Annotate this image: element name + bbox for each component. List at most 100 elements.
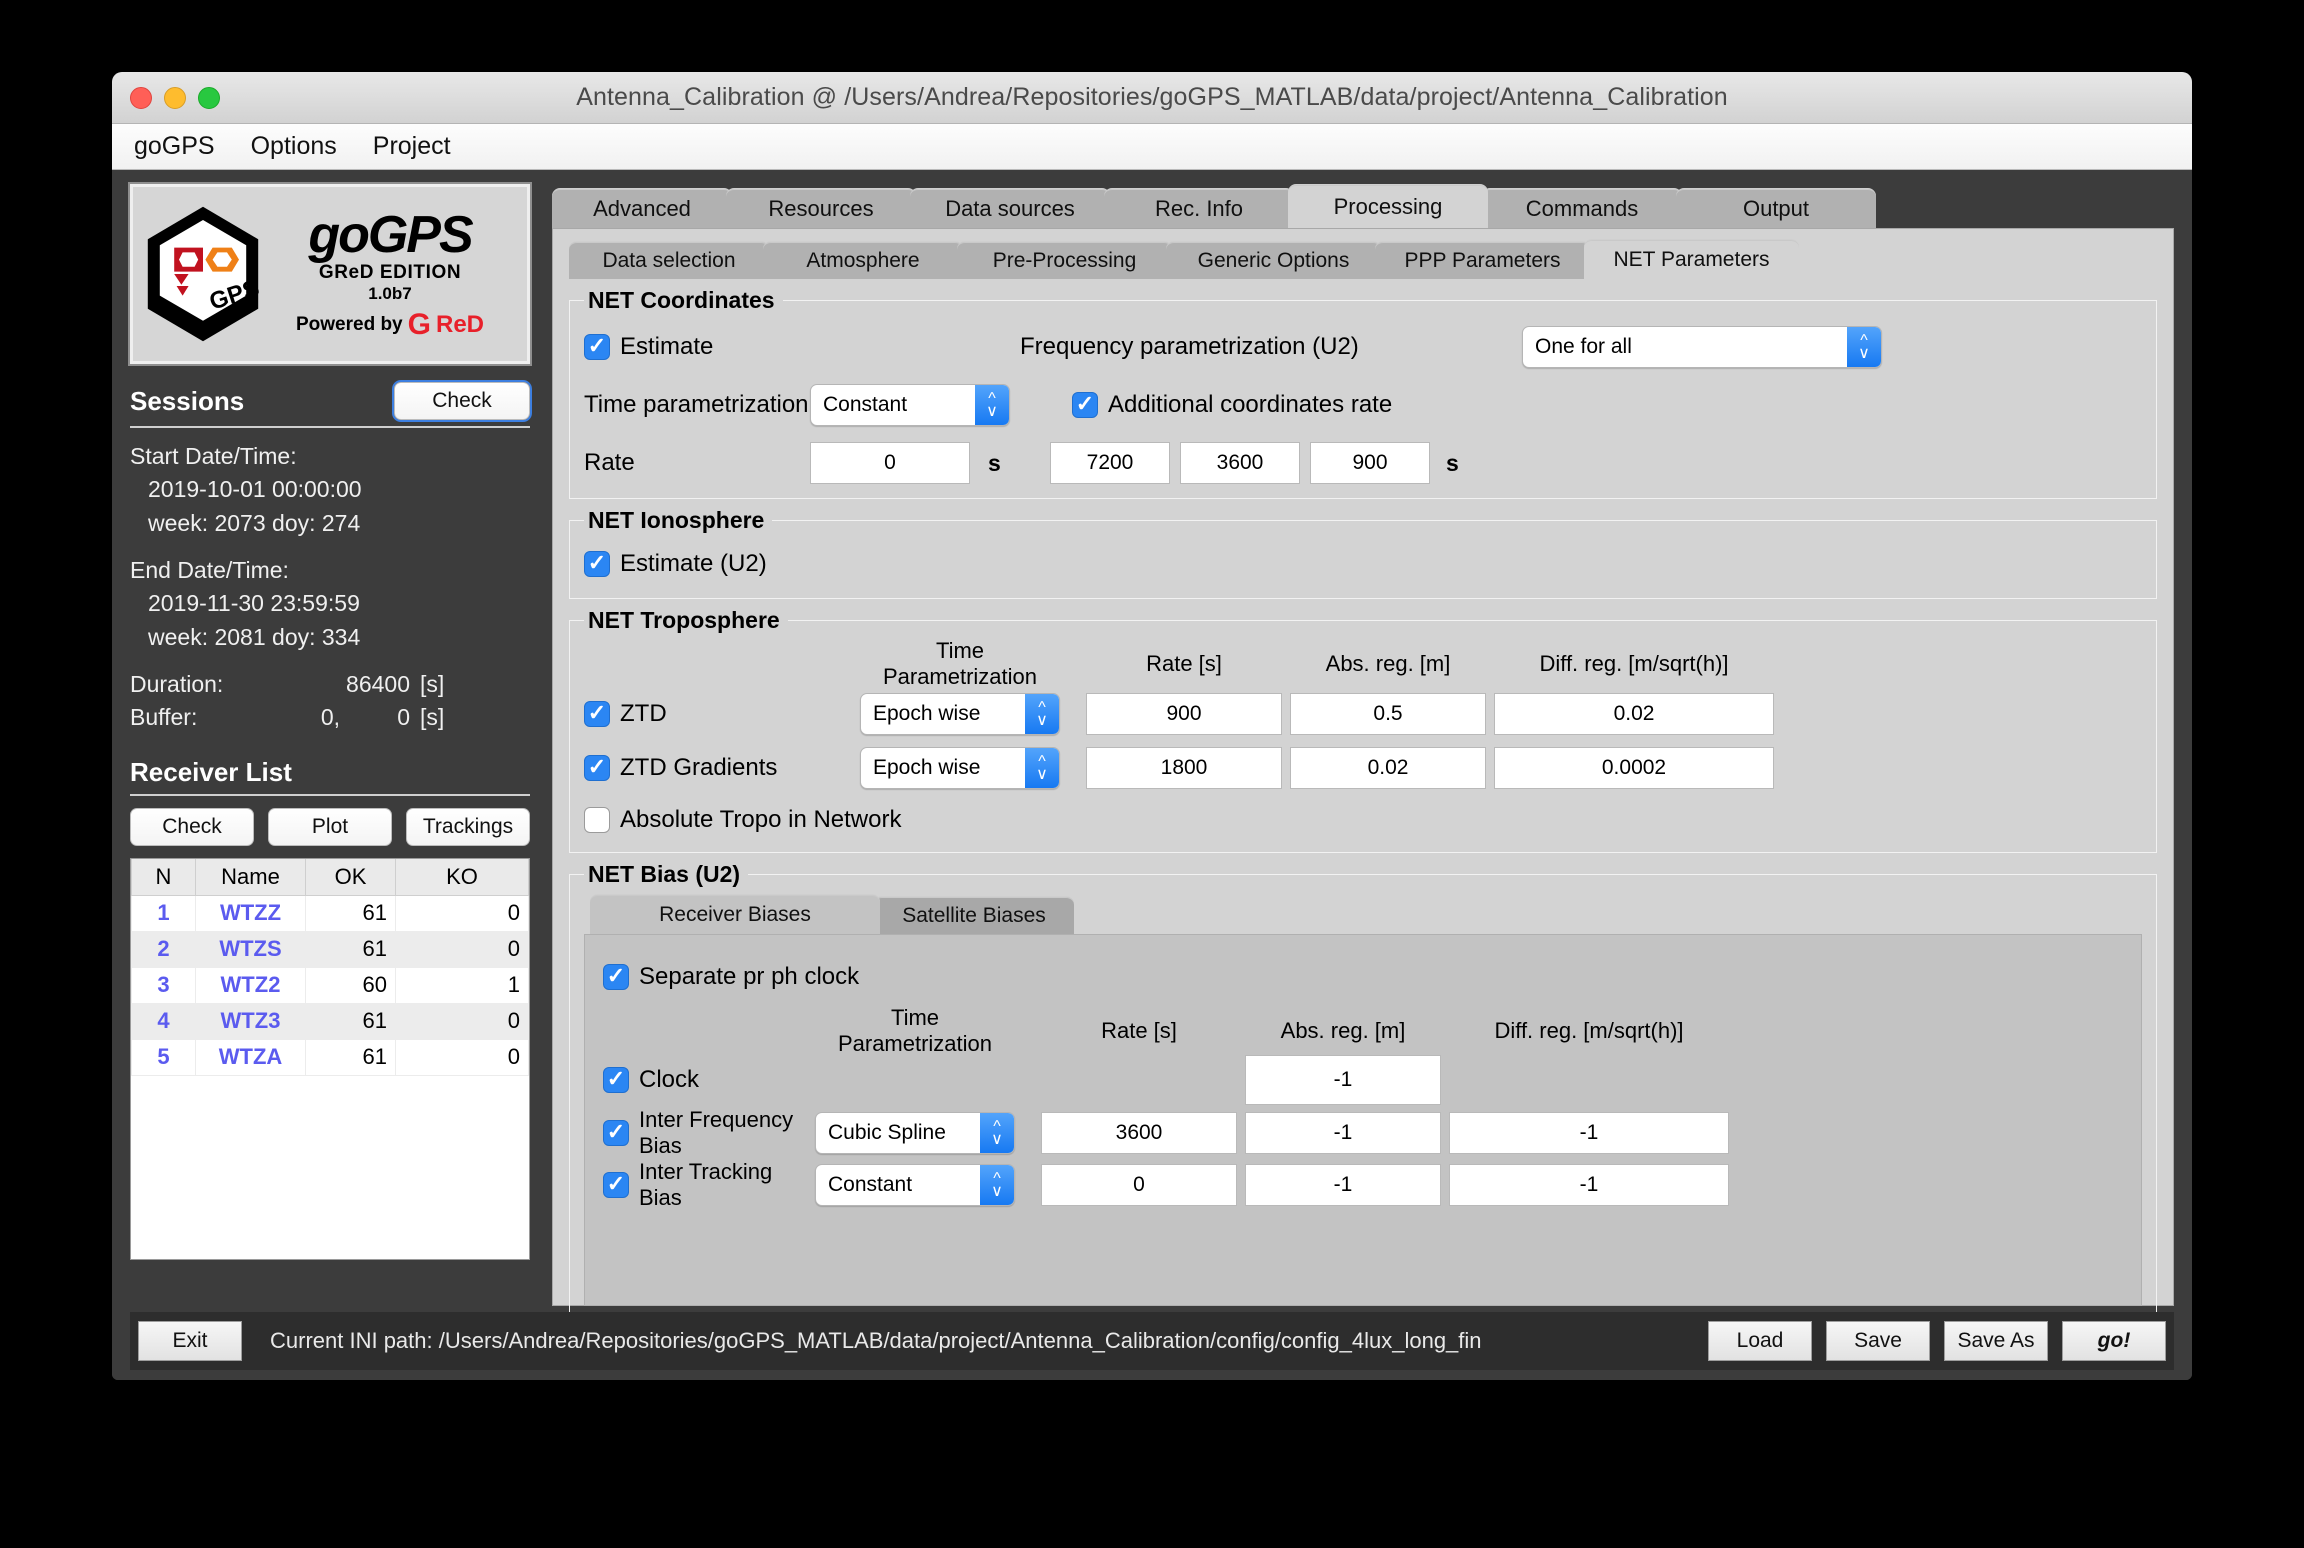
net-coordinates-estimate-checkbox[interactable]: Estimate xyxy=(584,333,713,361)
clock-checkbox[interactable]: Clock xyxy=(603,1066,815,1094)
inter-tracking-bias-rate-input[interactable]: 0 xyxy=(1041,1164,1237,1206)
receiver-trackings-button[interactable]: Trackings xyxy=(406,807,530,846)
load-button[interactable]: Load xyxy=(1708,1321,1812,1361)
additional-rate-input-1[interactable]: 7200 xyxy=(1050,442,1170,484)
tab-net-parameters[interactable]: NET Parameters xyxy=(1584,239,1799,279)
separate-pr-ph-clock-checkbox[interactable]: Separate pr ph clock xyxy=(603,963,859,991)
tab-output[interactable]: Output xyxy=(1676,188,1876,228)
table-row[interactable]: 4 WTZ3 61 0 xyxy=(131,1002,529,1040)
logo-powered-by: Powered by G ReD xyxy=(263,309,517,340)
tab-receiver-biases[interactable]: Receiver Biases xyxy=(590,894,880,934)
gogps-logo: GPS goGPS GReD EDITION 1.0b7 Powered by … xyxy=(128,182,532,366)
chevron-updown-icon: ^ ∨ xyxy=(1847,327,1881,367)
cell-name: WTZ2 xyxy=(195,966,306,1004)
buffer-value-2: 0 xyxy=(397,704,410,731)
additional-coordinates-rate-checkbox[interactable]: Additional coordinates rate xyxy=(1072,391,1392,419)
tab-satellite-biases[interactable]: Satellite Biases xyxy=(874,896,1074,934)
receiver-list-header: Receiver List xyxy=(130,757,530,788)
tab-pre-processing[interactable]: Pre-Processing xyxy=(957,241,1172,279)
tab-data-sources[interactable]: Data sources xyxy=(910,188,1110,228)
receiver-plot-button[interactable]: Plot xyxy=(268,807,392,846)
receiver-check-button[interactable]: Check xyxy=(130,807,254,846)
ztd-time-parametrization-dropdown[interactable]: Epoch wise ^ ∨ xyxy=(860,693,1060,735)
cell-ok: 61 xyxy=(305,894,396,932)
cell-ok: 60 xyxy=(305,966,396,1004)
cell-n: 5 xyxy=(131,1038,196,1076)
additional-rate-input-3[interactable]: 900 xyxy=(1310,442,1430,484)
checkbox-icon xyxy=(584,334,610,360)
ztd-gradients-diff-reg-input[interactable]: 0.0002 xyxy=(1494,747,1774,789)
inter-frequency-bias-checkbox[interactable]: Inter Frequency Bias xyxy=(603,1107,815,1159)
ztd-gradients-checkbox[interactable]: ZTD Gradients xyxy=(584,754,860,782)
ztd-gradients-time-parametrization-dropdown[interactable]: Epoch wise ^ ∨ xyxy=(860,747,1060,789)
end-datetime-value: 2019-11-30 23:59:59 xyxy=(148,590,360,617)
buffer-value-1: 0, xyxy=(320,704,340,731)
net-troposphere-legend: NET Troposphere xyxy=(588,607,780,633)
sessions-check-button[interactable]: Check xyxy=(394,382,530,420)
clock-abs-reg-input[interactable]: -1 xyxy=(1245,1055,1441,1105)
tab-atmosphere[interactable]: Atmosphere xyxy=(763,241,963,279)
save-button[interactable]: Save xyxy=(1826,1321,1930,1361)
frequency-parametrization-dropdown[interactable]: One for all ^ ∨ xyxy=(1522,326,1882,368)
coord-time-parametrization-dropdown[interactable]: Constant ^ ∨ xyxy=(810,384,1010,426)
bias-col-rate: Rate [s] xyxy=(1101,1018,1177,1043)
tab-ppp-parameters[interactable]: PPP Parameters xyxy=(1375,241,1590,279)
net-ionosphere-estimate-label: Estimate (U2) xyxy=(620,550,767,577)
tab-data-selection[interactable]: Data selection xyxy=(569,241,769,279)
tab-advanced[interactable]: Advanced xyxy=(552,188,732,228)
ztd-gradients-rate-input[interactable]: 1800 xyxy=(1086,747,1282,789)
ztd-abs-reg-input[interactable]: 0.5 xyxy=(1290,693,1486,735)
menu-options[interactable]: Options xyxy=(251,132,337,161)
frequency-parametrization-label: Frequency parametrization (U2) xyxy=(1020,333,1359,360)
tab-commands[interactable]: Commands xyxy=(1482,188,1682,228)
ini-path-label: Current INI path: xyxy=(270,1328,433,1353)
sessions-divider xyxy=(130,426,530,428)
table-row[interactable]: 2 WTZS 61 0 xyxy=(131,930,529,968)
save-as-button[interactable]: Save As xyxy=(1944,1321,2048,1361)
receiver-table-container[interactable]: N Name OK KO 1 WTZZ 61 0 2 WTZS 61 0 3 W… xyxy=(130,857,530,1260)
ztd-diff-reg-input[interactable]: 0.02 xyxy=(1494,693,1774,735)
table-row[interactable]: 5 WTZA 61 0 xyxy=(131,1038,529,1076)
powered-by-label: Powered by xyxy=(295,314,403,335)
inter-tracking-bias-diff-reg-input[interactable]: -1 xyxy=(1449,1164,1729,1206)
cell-name: WTZS xyxy=(195,930,306,968)
go-button[interactable]: go! xyxy=(2062,1321,2166,1361)
tab-resources[interactable]: Resources xyxy=(726,188,916,228)
chevron-updown-icon: ^ ∨ xyxy=(975,385,1009,425)
tropo-col-rate: Rate [s] xyxy=(1146,651,1222,676)
net-ionosphere-group: NET Ionosphere Estimate (U2) xyxy=(569,507,2157,599)
primary-tab-bar: Advanced Resources Data sources Rec. Inf… xyxy=(552,184,2174,228)
table-row[interactable]: 3 WTZ2 60 1 xyxy=(131,966,529,1004)
start-datetime-label: Start Date/Time: xyxy=(130,443,297,469)
inter-frequency-bias-abs-reg-input[interactable]: -1 xyxy=(1245,1112,1441,1154)
tab-processing[interactable]: Processing xyxy=(1288,184,1488,228)
cell-n: 3 xyxy=(131,966,196,1004)
ztd-gradients-abs-reg-input[interactable]: 0.02 xyxy=(1290,747,1486,789)
tab-rec-info[interactable]: Rec. Info xyxy=(1104,188,1294,228)
bias-col-diff-reg: Diff. reg. [m/sqrt(h)] xyxy=(1494,1018,1684,1043)
net-ionosphere-legend: NET Ionosphere xyxy=(588,507,765,533)
absolute-tropo-checkbox[interactable]: Absolute Tropo in Network xyxy=(584,806,901,834)
menu-gogps[interactable]: goGPS xyxy=(134,132,215,161)
additional-rate-input-2[interactable]: 3600 xyxy=(1180,442,1300,484)
table-row[interactable]: 1 WTZZ 61 0 xyxy=(131,894,529,932)
inter-frequency-bias-rate-input[interactable]: 3600 xyxy=(1041,1112,1237,1154)
exit-button[interactable]: Exit xyxy=(138,1321,242,1361)
menu-project[interactable]: Project xyxy=(373,132,451,161)
ztd-rate-input[interactable]: 900 xyxy=(1086,693,1282,735)
net-ionosphere-estimate-checkbox[interactable]: Estimate (U2) xyxy=(584,550,767,578)
inter-frequency-bias-time-parametrization-dropdown[interactable]: Cubic Spline ^ ∨ xyxy=(815,1112,1015,1154)
app-window: Antenna_Calibration @ /Users/Andrea/Repo… xyxy=(112,72,2192,1380)
inter-frequency-bias-diff-reg-input[interactable]: -1 xyxy=(1449,1112,1729,1154)
inter-tracking-bias-abs-reg-input[interactable]: -1 xyxy=(1245,1164,1441,1206)
tab-generic-options[interactable]: Generic Options xyxy=(1166,241,1381,279)
buffer-unit: [s] xyxy=(420,704,445,731)
coord-rate-label: Rate xyxy=(584,449,635,476)
cell-n: 2 xyxy=(131,930,196,968)
coord-rate-input[interactable]: 0 xyxy=(810,442,970,484)
receiver-list-title: Receiver List xyxy=(130,756,292,787)
cell-ko: 0 xyxy=(395,894,529,932)
ztd-checkbox[interactable]: ZTD xyxy=(584,700,860,728)
inter-tracking-bias-time-parametrization-dropdown[interactable]: Constant ^ ∨ xyxy=(815,1164,1015,1206)
inter-tracking-bias-checkbox[interactable]: Inter Tracking Bias xyxy=(603,1159,815,1211)
